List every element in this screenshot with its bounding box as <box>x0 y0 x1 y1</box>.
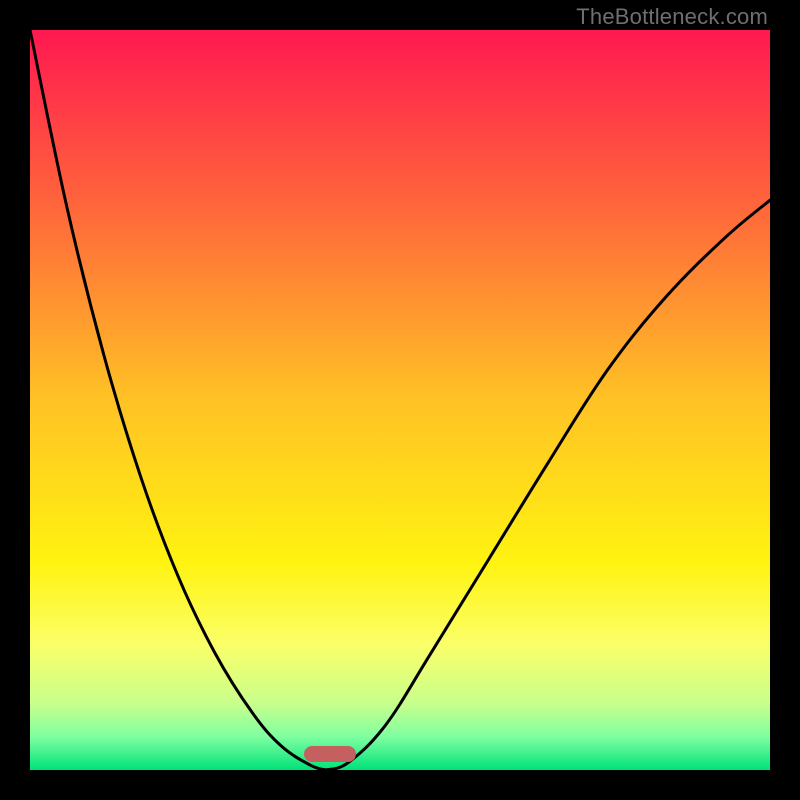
curve-left-branch <box>30 30 326 770</box>
chart-frame: TheBottleneck.com <box>0 0 800 800</box>
curve-right-branch <box>326 200 770 770</box>
watermark-text: TheBottleneck.com <box>576 4 768 30</box>
plot-area <box>30 30 770 770</box>
bottleneck-curve <box>30 30 770 770</box>
optimum-marker <box>304 746 356 762</box>
